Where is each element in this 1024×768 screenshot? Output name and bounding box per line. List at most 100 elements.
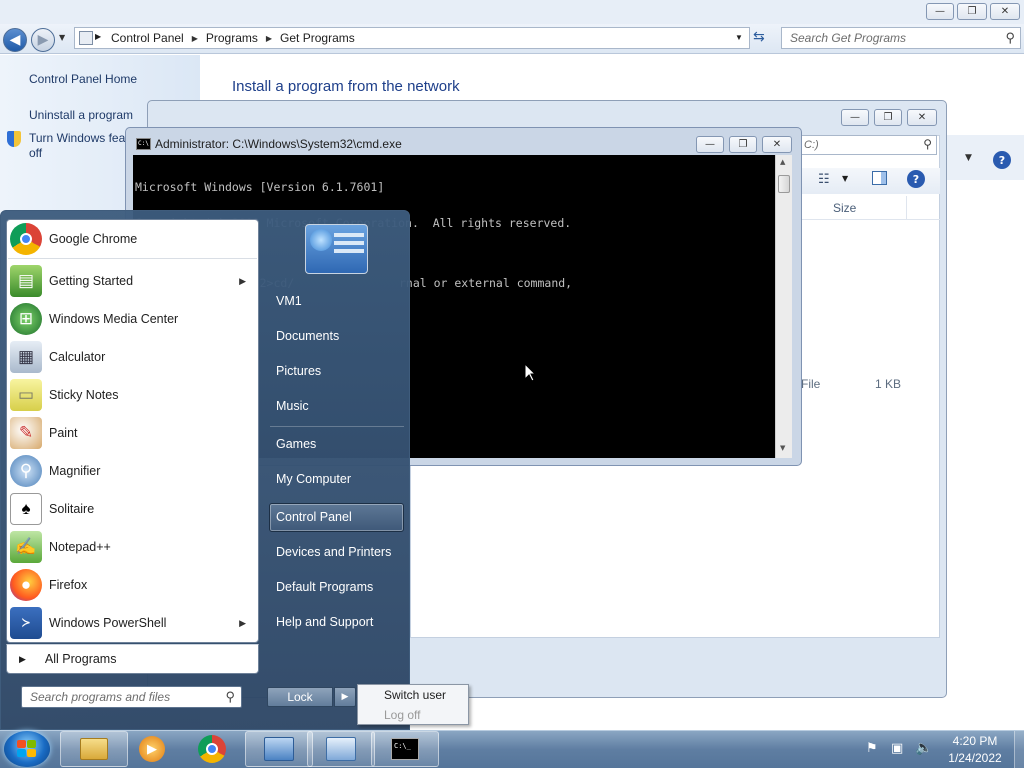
program-windows-media-center[interactable]: ⊞ Windows Media Center: [10, 301, 256, 337]
start-button[interactable]: [4, 731, 50, 767]
maximize-button[interactable]: ❐: [874, 109, 902, 126]
action-center-icon[interactable]: ⚑: [866, 741, 878, 756]
breadcrumb-programs[interactable]: Programs: [206, 31, 258, 45]
program-sticky-notes[interactable]: ▭ Sticky Notes: [10, 377, 256, 413]
forward-button[interactable]: ▶: [31, 28, 55, 52]
chevron-right-icon: ▶: [239, 275, 246, 286]
start-search-input[interactable]: Search programs and files ⚲: [21, 686, 242, 708]
scroll-thumb[interactable]: [778, 175, 790, 193]
size-column-header[interactable]: Size: [833, 201, 856, 215]
maximize-button[interactable]: ❐: [957, 3, 987, 20]
scroll-up-icon[interactable]: ▲: [780, 158, 785, 166]
toolbar-right: ▼ ?: [947, 135, 1024, 180]
maximize-button[interactable]: ❐: [729, 136, 757, 153]
close-button[interactable]: ✕: [990, 3, 1020, 20]
program-notepadpp[interactable]: ✍ Notepad++: [10, 529, 256, 565]
search-icon[interactable]: ⚲: [225, 689, 235, 705]
all-programs-label: All Programs: [44, 652, 117, 666]
recent-pages-dropdown[interactable]: ▼: [59, 33, 65, 42]
volume-icon[interactable]: 🔈: [915, 740, 932, 756]
shutdown-options-button[interactable]: ▶: [334, 687, 356, 707]
windows-features-link-continued[interactable]: off: [29, 146, 42, 160]
close-button[interactable]: ✕: [907, 109, 937, 126]
paint-icon: ✎: [10, 417, 42, 449]
program-google-chrome[interactable]: Google Chrome: [10, 221, 256, 257]
control-panel-icon: [79, 31, 93, 45]
program-calculator[interactable]: ▦ Calculator: [10, 339, 256, 375]
start-link-music[interactable]: Music: [276, 399, 309, 413]
menu-item-switch-user[interactable]: Switch user: [384, 688, 446, 702]
chrome-icon: [10, 223, 42, 255]
uninstall-program-link[interactable]: Uninstall a program: [29, 108, 133, 122]
taskbar-clock[interactable]: 4:20 PM 1/24/2022: [940, 733, 1010, 767]
start-link-games[interactable]: Games: [276, 437, 316, 451]
minimize-button[interactable]: —: [841, 109, 869, 126]
lock-button[interactable]: Lock: [267, 687, 333, 707]
minimize-button[interactable]: —: [696, 136, 724, 153]
cmd-icon: C:\: [136, 138, 151, 150]
start-link-pictures[interactable]: Pictures: [276, 364, 321, 378]
start-link-help-support[interactable]: Help and Support: [276, 615, 373, 629]
start-link-my-computer[interactable]: My Computer: [276, 472, 351, 486]
search-icon[interactable]: ⚲: [1005, 30, 1015, 46]
program-magnifier[interactable]: ⚲ Magnifier: [10, 453, 256, 489]
search-icon[interactable]: ⚲: [923, 137, 932, 151]
program-solitaire[interactable]: ♠ Solitaire: [10, 491, 256, 527]
windows-features-link[interactable]: Turn Windows fea: [29, 131, 125, 145]
address-dropdown-icon[interactable]: ▼: [735, 33, 743, 42]
breadcrumb-control-panel[interactable]: Control Panel: [111, 31, 184, 45]
show-desktop-button[interactable]: [1014, 731, 1024, 768]
taskbar-command-prompt[interactable]: C:\_: [371, 731, 439, 767]
views-icon[interactable]: ☷: [818, 172, 830, 187]
program-paint[interactable]: ✎ Paint: [10, 415, 256, 451]
taskbar-remote-desktop[interactable]: [245, 731, 313, 767]
program-firefox[interactable]: ● Firefox: [10, 567, 256, 603]
column-divider: [906, 196, 907, 220]
help-icon[interactable]: ?: [907, 170, 925, 188]
taskbar-media-player[interactable]: ▶: [118, 731, 186, 767]
chevron-down-icon[interactable]: ▼: [842, 174, 848, 183]
search-input[interactable]: Search Get Programs ⚲: [781, 27, 1021, 49]
close-button[interactable]: ✕: [762, 136, 792, 153]
taskbar-chrome[interactable]: [178, 731, 246, 767]
refresh-icon[interactable]: ⇆: [753, 29, 765, 45]
chevron-right-icon: ▶: [95, 32, 102, 41]
minimize-button[interactable]: —: [926, 3, 954, 20]
start-link-devices-printers[interactable]: Devices and Printers: [276, 545, 391, 559]
breadcrumb-get-programs[interactable]: Get Programs: [280, 31, 355, 45]
windows-logo-icon: [27, 749, 36, 757]
clock-date: 1/24/2022: [948, 751, 1002, 765]
start-link-documents[interactable]: Documents: [276, 329, 339, 343]
start-link-vm1[interactable]: VM1: [276, 294, 302, 308]
help-icon[interactable]: ?: [993, 151, 1011, 169]
cmd-scrollbar[interactable]: ▲ ▼: [775, 155, 792, 458]
shutdown-options-menu: Switch user Log off: [357, 684, 469, 725]
program-windows-powershell[interactable]: ≻ Windows PowerShell ▶: [10, 605, 256, 641]
firefox-icon: ●: [10, 569, 42, 601]
network-icon[interactable]: ▣: [891, 741, 903, 756]
chevron-down-icon[interactable]: ▼: [965, 153, 972, 163]
all-programs-button[interactable]: ▶ All Programs: [6, 644, 259, 674]
program-label: Notepad++: [49, 540, 111, 554]
address-bar[interactable]: ▶ Control Panel ▶ Programs ▶ Get Program…: [74, 27, 750, 49]
divider: [8, 258, 257, 259]
start-link-control-panel[interactable]: Control Panel: [276, 510, 352, 524]
control-panel-home-link[interactable]: Control Panel Home: [29, 72, 137, 86]
menu-item-log-off[interactable]: Log off: [384, 708, 420, 722]
file-type-cell: File: [801, 377, 821, 391]
back-button[interactable]: ◀: [3, 28, 27, 52]
program-label: Sticky Notes: [49, 388, 119, 402]
folder-search-text: C:): [804, 139, 819, 151]
calculator-icon: ▦: [10, 341, 42, 373]
preview-pane-icon[interactable]: [872, 171, 887, 185]
decor-bar: [334, 249, 364, 253]
user-picture[interactable]: [305, 224, 368, 274]
program-label: Google Chrome: [49, 232, 138, 246]
start-link-default-programs[interactable]: Default Programs: [276, 580, 373, 594]
scroll-down-icon[interactable]: ▼: [780, 444, 785, 452]
taskbar-control-panel[interactable]: [307, 731, 375, 767]
folder-search-input[interactable]: C:) ⚲: [800, 135, 937, 155]
folder-icon: [80, 738, 108, 760]
windows-logo-icon: [17, 740, 26, 748]
program-getting-started[interactable]: ▤ Getting Started ▶: [10, 263, 256, 299]
